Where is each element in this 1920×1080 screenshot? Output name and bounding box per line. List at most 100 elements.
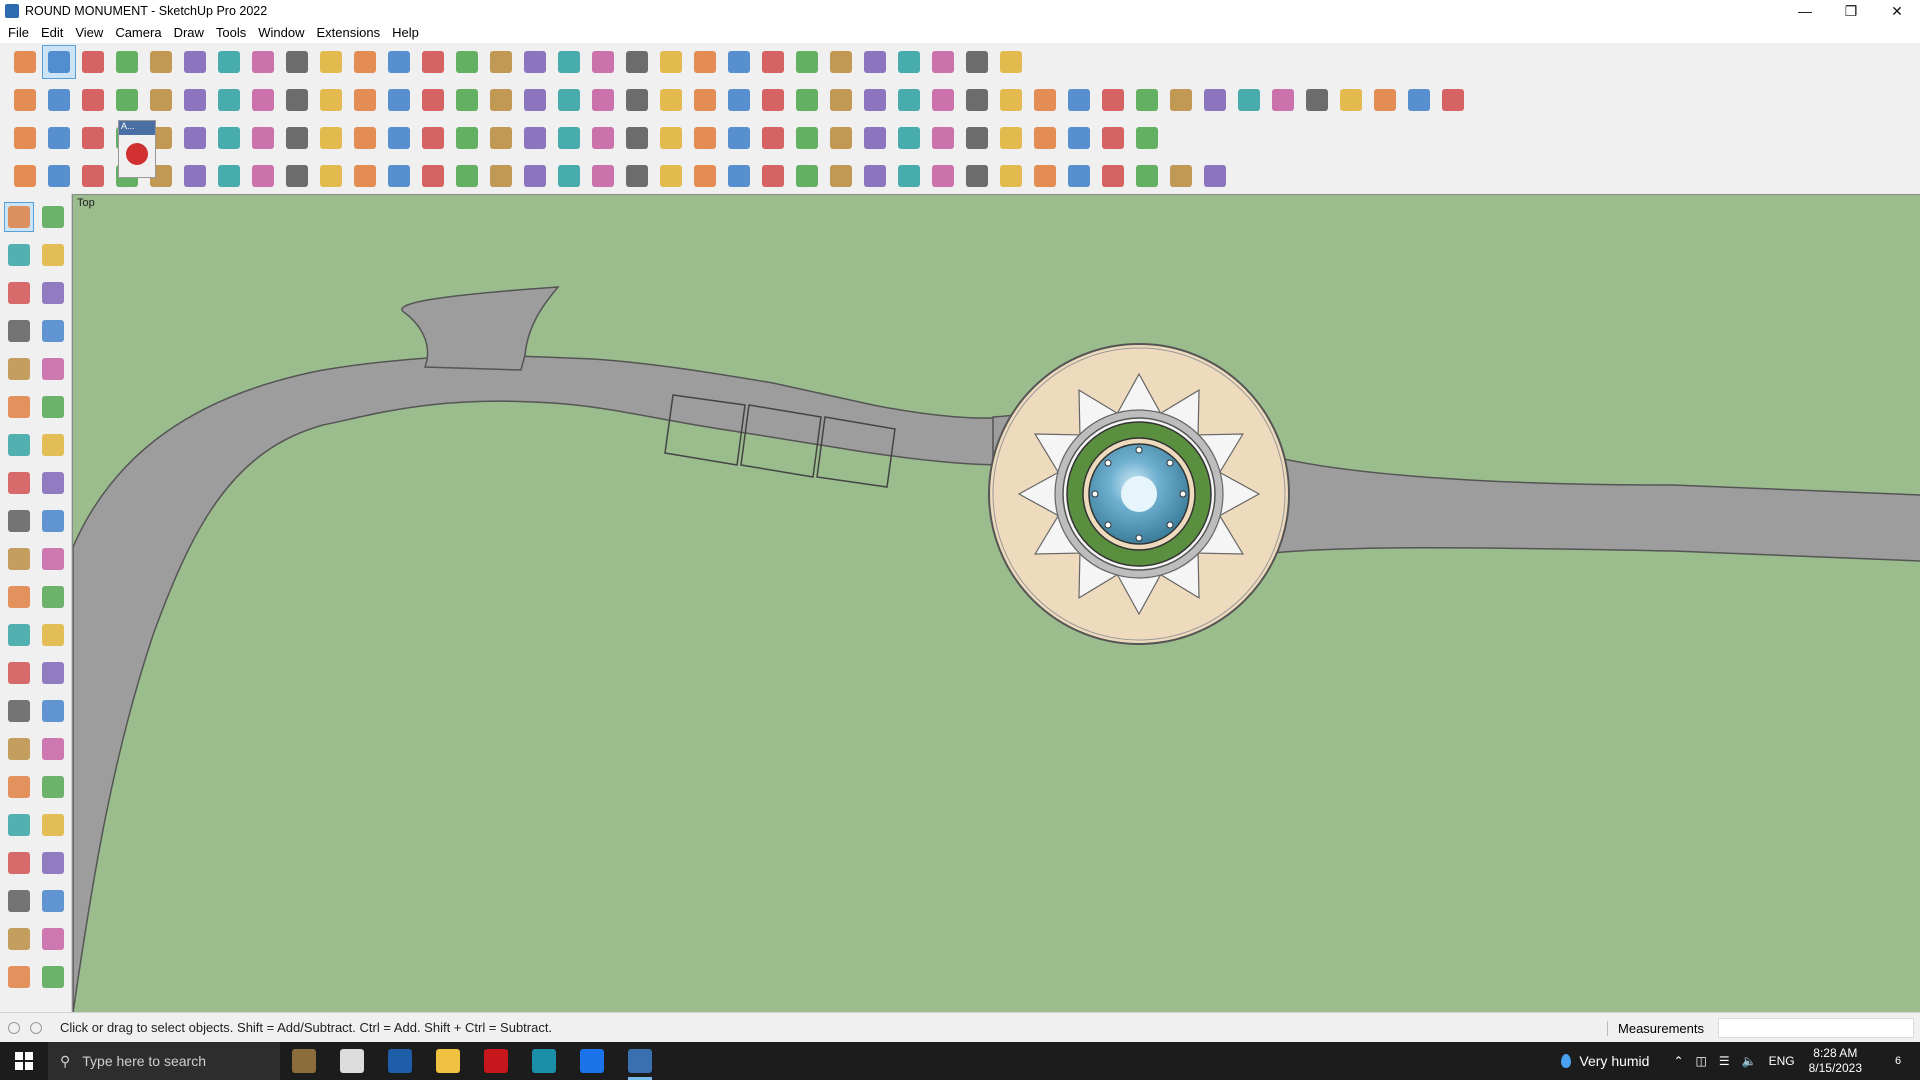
section-display-tool-button[interactable] bbox=[38, 886, 68, 916]
soften-tool-button[interactable] bbox=[1368, 83, 1402, 117]
draw-curve-tool-button[interactable] bbox=[8, 159, 42, 193]
corner-tool-button[interactable] bbox=[314, 159, 348, 193]
paint-bucket-tool-button[interactable] bbox=[450, 45, 484, 79]
stairs-tool-button[interactable] bbox=[722, 83, 756, 117]
box-split-tool-button[interactable] bbox=[280, 121, 314, 155]
menu-view[interactable]: View bbox=[69, 25, 109, 40]
dome-tool-button[interactable] bbox=[416, 83, 450, 117]
bspline-tool-button[interactable] bbox=[42, 159, 76, 193]
network-icon[interactable]: ◫ bbox=[1696, 1054, 1707, 1068]
calculator-taskbar-button[interactable] bbox=[376, 1042, 424, 1080]
red-square-tool-button[interactable] bbox=[246, 121, 280, 155]
task-view-taskbar-button[interactable] bbox=[328, 1042, 376, 1080]
door-tool-button[interactable] bbox=[688, 83, 722, 117]
menu-edit[interactable]: Edit bbox=[35, 25, 69, 40]
magic-tool-button[interactable] bbox=[1198, 83, 1232, 117]
hand-tool-button[interactable] bbox=[586, 159, 620, 193]
eraser-tool-button[interactable] bbox=[76, 45, 110, 79]
measurements-input[interactable] bbox=[1718, 1018, 1914, 1038]
rotary-tool-button[interactable] bbox=[1096, 159, 1130, 193]
gear-tool-button[interactable] bbox=[688, 121, 722, 155]
pencil-tool-button[interactable] bbox=[38, 278, 68, 308]
brace-tool-button[interactable] bbox=[926, 159, 960, 193]
orbit-view-tool-button[interactable] bbox=[4, 734, 34, 764]
select-tool-button[interactable] bbox=[4, 202, 34, 232]
components-tool-button[interactable] bbox=[4, 278, 34, 308]
chamfer-tool-button[interactable] bbox=[1436, 83, 1470, 117]
rotated-rect-tool-button[interactable] bbox=[38, 354, 68, 384]
rotate-tool-button[interactable] bbox=[314, 45, 348, 79]
ruby-icon[interactable] bbox=[126, 143, 148, 165]
left-view-tool-button[interactable] bbox=[178, 83, 212, 117]
bridge-tool-button[interactable] bbox=[280, 159, 314, 193]
extrude-tool-button[interactable] bbox=[1334, 83, 1368, 117]
sphere-tool-button[interactable] bbox=[280, 83, 314, 117]
menu-tools[interactable]: Tools bbox=[210, 25, 252, 40]
fillet-tool-button[interactable] bbox=[1402, 83, 1436, 117]
sketchup-taskbar-button[interactable] bbox=[616, 1042, 664, 1080]
cross-tool-button[interactable] bbox=[484, 121, 518, 155]
acrobat-taskbar-button[interactable] bbox=[472, 1042, 520, 1080]
pie-tool-button[interactable] bbox=[38, 430, 68, 460]
scale-tool-button[interactable] bbox=[348, 45, 382, 79]
move-tool-button[interactable] bbox=[4, 506, 34, 536]
components-tool-button[interactable] bbox=[756, 45, 790, 79]
offset-tool-button[interactable] bbox=[416, 159, 450, 193]
weather-widget[interactable]: Very humid bbox=[1561, 1053, 1649, 1069]
freehand-tool-button[interactable] bbox=[1130, 83, 1164, 117]
widgets-taskbar-button[interactable] bbox=[280, 1042, 328, 1080]
rectangle-tool-button[interactable] bbox=[178, 45, 212, 79]
standard-views-tool-button[interactable] bbox=[688, 45, 722, 79]
pan-tool-button[interactable] bbox=[518, 45, 552, 79]
paint-bucket-tool-button[interactable] bbox=[4, 240, 34, 270]
tripod-tool-button[interactable] bbox=[552, 121, 586, 155]
wifi-icon[interactable]: ☰ bbox=[1719, 1054, 1730, 1068]
menu-draw[interactable]: Draw bbox=[168, 25, 210, 40]
sketch-tool-button[interactable] bbox=[518, 83, 552, 117]
columns-tool-button[interactable] bbox=[518, 159, 552, 193]
xray-tool-button[interactable] bbox=[38, 962, 68, 992]
text-tool-button[interactable] bbox=[38, 658, 68, 688]
section-plane-tool-button[interactable] bbox=[858, 45, 892, 79]
curve-tool-button[interactable] bbox=[1096, 83, 1130, 117]
model-viewport[interactable]: Top bbox=[72, 194, 1920, 1012]
3ds-max-taskbar-button[interactable] bbox=[520, 1042, 568, 1080]
edge-taskbar-button[interactable] bbox=[568, 1042, 616, 1080]
walk-tool-button[interactable] bbox=[994, 45, 1028, 79]
freehand-tool-button[interactable] bbox=[38, 316, 68, 346]
position-camera-tool-button[interactable] bbox=[38, 810, 68, 840]
components-set-tool-button[interactable] bbox=[926, 121, 960, 155]
loop-two-tool-button[interactable] bbox=[654, 121, 688, 155]
box-tool-button[interactable] bbox=[212, 83, 246, 117]
cylinder-tool-button[interactable] bbox=[246, 83, 280, 117]
bars-tool-button[interactable] bbox=[1028, 159, 1062, 193]
line-curve-tool-button[interactable] bbox=[416, 121, 450, 155]
info-icon[interactable] bbox=[30, 1021, 42, 1034]
hexagon-tool-button[interactable] bbox=[926, 83, 960, 117]
layers-tool-button[interactable] bbox=[38, 924, 68, 954]
menu-camera[interactable]: Camera bbox=[109, 25, 167, 40]
lattice-tool-button[interactable] bbox=[994, 159, 1028, 193]
menu-help[interactable]: Help bbox=[386, 25, 425, 40]
move-tool-button[interactable] bbox=[280, 45, 314, 79]
protractor-tool-button[interactable] bbox=[4, 658, 34, 688]
three-point-arc-tool-button[interactable] bbox=[38, 468, 68, 498]
torus-tool-button[interactable] bbox=[348, 83, 382, 117]
spiral-tool-button[interactable] bbox=[1062, 83, 1096, 117]
solid-union-tool-button[interactable] bbox=[8, 121, 42, 155]
parallelogram-tool-button[interactable] bbox=[994, 83, 1028, 117]
iso-view-tool-button[interactable] bbox=[8, 83, 42, 117]
right-view-tool-button[interactable] bbox=[110, 83, 144, 117]
undo-tool-button[interactable] bbox=[926, 45, 960, 79]
solid-subtract-tool-button[interactable] bbox=[42, 121, 76, 155]
orbit-tool-button[interactable] bbox=[38, 202, 68, 232]
arc-edge-tool-button[interactable] bbox=[382, 159, 416, 193]
house-tool-button[interactable] bbox=[620, 83, 654, 117]
truss-tool-button[interactable] bbox=[824, 159, 858, 193]
push-pull-tool-button[interactable] bbox=[212, 45, 246, 79]
restore-button[interactable]: ❐ bbox=[1828, 0, 1874, 22]
fence-tool-button[interactable] bbox=[484, 159, 518, 193]
pipe-tool-button[interactable] bbox=[450, 121, 484, 155]
eraser-tool-button[interactable] bbox=[38, 240, 68, 270]
outliner-tool-button[interactable] bbox=[4, 962, 34, 992]
